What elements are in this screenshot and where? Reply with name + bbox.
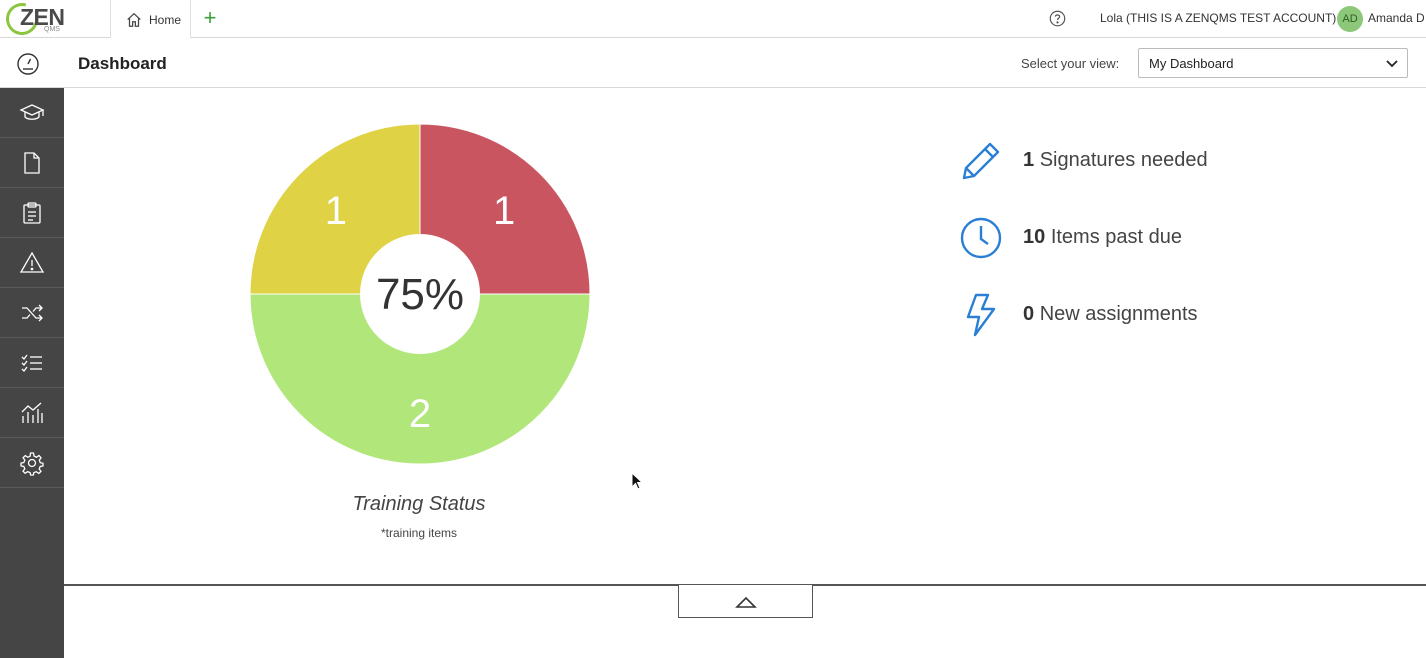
view-select-value: My Dashboard — [1149, 56, 1234, 71]
sidebar-item-documents[interactable] — [0, 138, 64, 188]
sidebar-item-analytics[interactable] — [0, 388, 64, 438]
stat-past-due-count: 10 — [1023, 226, 1046, 248]
top-bar: ZEN QMS Home + Lola (THIS IS A ZENQMS TE… — [0, 0, 1426, 41]
page-header: Dashboard Select your view: My Dashboard — [0, 38, 1426, 88]
chevron-up-icon — [735, 596, 757, 608]
pie-slice-label: 2 — [409, 392, 431, 436]
stat-past-due-label: Items past due — [1050, 226, 1182, 248]
checklist-icon — [21, 354, 42, 372]
logo-subtext: QMS — [44, 26, 60, 33]
sidebar-item-change-control[interactable] — [0, 288, 64, 338]
sidebar-item-training[interactable] — [0, 88, 64, 138]
training-icon — [19, 103, 45, 120]
stat-new-assignments-count: 0 — [1023, 303, 1035, 325]
dashboard-gauge-icon[interactable] — [16, 52, 40, 76]
donut-center-percent: 75% — [376, 270, 464, 319]
tab-home[interactable]: Home — [111, 0, 191, 39]
home-icon — [127, 12, 141, 27]
sidebar — [0, 88, 64, 658]
clipboard-icon — [23, 201, 41, 224]
pie-slice-label: 1 — [325, 189, 347, 233]
chart-title: Training Status — [352, 493, 486, 515]
stat-new-assignments-label: New assignments — [1039, 303, 1198, 325]
mouse-cursor-icon — [631, 472, 644, 490]
help-icon[interactable] — [1049, 10, 1066, 27]
stat-signatures-label: Signatures needed — [1039, 149, 1208, 171]
user-name[interactable]: Amanda D — [1368, 11, 1425, 25]
sidebar-item-deviations[interactable] — [0, 238, 64, 288]
zenqms-logo[interactable]: ZEN QMS — [0, 0, 111, 41]
stat-signatures-text: 1 Signatures needed — [1023, 149, 1208, 172]
tab-home-label: Home — [149, 12, 182, 27]
account-selector[interactable]: Lola (THIS IS A ZENQMS TEST ACCOUNT) — [1100, 11, 1336, 25]
sidebar-item-settings[interactable] — [0, 438, 64, 488]
page-title: Dashboard — [78, 54, 167, 73]
stat-past-due-text: 10 Items past due — [1023, 226, 1182, 249]
view-select[interactable]: My Dashboard — [1138, 48, 1408, 78]
collapse-panel-button[interactable] — [678, 585, 813, 618]
lightning-icon — [966, 293, 996, 337]
clock-icon — [960, 217, 1002, 259]
view-select-label: Select your view: — [1021, 56, 1120, 71]
warning-icon — [19, 251, 45, 273]
stat-new-assignments-text: 0 New assignments — [1023, 303, 1198, 326]
sidebar-item-tasks[interactable] — [0, 338, 64, 388]
stat-signatures-count: 1 — [1023, 149, 1035, 171]
analytics-icon — [21, 402, 43, 423]
dashboard-main: 1 2 1 75% Training Status *training items 1… — [64, 89, 1426, 584]
avatar[interactable]: AD — [1337, 6, 1363, 32]
document-icon — [24, 151, 40, 174]
sidebar-item-audits[interactable] — [0, 188, 64, 238]
add-tab-button[interactable]: + — [199, 5, 221, 31]
chevron-down-icon — [1386, 60, 1398, 68]
training-status-chart[interactable]: 1 2 1 75% — [249, 123, 591, 465]
gear-icon — [20, 451, 44, 476]
shuffle-icon — [22, 304, 43, 321]
chart-subtitle: *training items — [380, 526, 458, 540]
pencil-icon — [962, 142, 1000, 180]
pie-slice-label: 1 — [493, 189, 515, 233]
